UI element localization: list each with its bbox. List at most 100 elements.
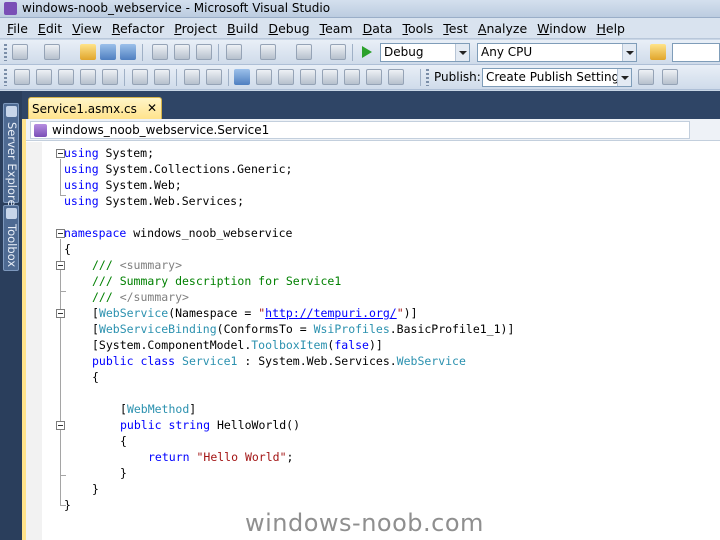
cut-icon[interactable] xyxy=(152,44,168,60)
collapse-icon[interactable] xyxy=(56,309,65,318)
menu-help[interactable]: Help xyxy=(591,21,630,36)
toolbar-grip[interactable] xyxy=(426,69,429,86)
next-bookmark-folder-icon[interactable] xyxy=(322,69,338,85)
code-keyword: using xyxy=(64,194,99,208)
window-title: windows-noob_webservice - Microsoft Visu… xyxy=(22,1,331,15)
previous-bookmark-folder-icon[interactable] xyxy=(300,69,316,85)
code-line: /// <summary> xyxy=(92,257,182,273)
comment-out-icon[interactable] xyxy=(184,69,200,85)
code-type: ToolboxItem xyxy=(251,338,328,352)
outline-end xyxy=(60,475,66,476)
code-text-span: [ xyxy=(120,402,127,416)
menu-test[interactable]: Test xyxy=(438,21,473,36)
watermark: windows-noob.com xyxy=(245,509,484,537)
save-icon[interactable] xyxy=(100,44,116,60)
display-object-member-list-icon[interactable] xyxy=(14,69,30,85)
menu-team[interactable]: Team xyxy=(315,21,358,36)
add-item-icon[interactable] xyxy=(44,44,60,60)
publish-options-icon[interactable] xyxy=(662,69,678,85)
code-text-span: [ xyxy=(92,306,99,320)
indicator-margin[interactable] xyxy=(26,142,42,540)
uncomment-icon[interactable] xyxy=(206,69,222,85)
toolbar-grip[interactable] xyxy=(4,69,7,86)
save-all-icon[interactable] xyxy=(120,44,136,60)
increase-indent-icon[interactable] xyxy=(154,69,170,85)
server-explorer-tab[interactable]: Server Explorer xyxy=(3,103,19,211)
code-line: [WebServiceBinding(ConformsTo = WsiProfi… xyxy=(92,321,514,337)
solution-platform-select[interactable]: Any CPU xyxy=(477,43,637,62)
code-line: namespace windows_noob_webservice xyxy=(64,225,292,241)
types-dropdown[interactable]: windows_noob_webservice.Service1 xyxy=(30,121,690,139)
code-keyword: using xyxy=(64,178,99,192)
toolbar-separator xyxy=(176,69,177,86)
toggle-bookmark-icon[interactable] xyxy=(234,69,250,85)
toolbar-grip[interactable] xyxy=(4,44,7,61)
toolbox-tab[interactable]: Toolbox xyxy=(3,205,19,271)
next-bookmark-document-icon[interactable] xyxy=(366,69,382,85)
solution-configuration-select[interactable]: Debug xyxy=(380,43,470,62)
chevron-down-icon[interactable] xyxy=(617,69,631,86)
new-project-icon[interactable] xyxy=(12,44,28,60)
menu-analyze[interactable]: Analyze xyxy=(473,21,532,36)
find-in-files-icon[interactable] xyxy=(650,44,666,60)
code-line: } xyxy=(120,465,127,481)
close-icon[interactable]: ✕ xyxy=(147,101,157,115)
publish-settings-value: Create Publish Settings xyxy=(486,70,626,84)
code-string: "Hello World" xyxy=(196,450,287,464)
code-text-span: System; xyxy=(98,146,155,160)
copy-icon[interactable] xyxy=(174,44,190,60)
code-xml-doc-tag: </summary> xyxy=(119,290,189,304)
decrease-indent-icon[interactable] xyxy=(132,69,148,85)
collapse-icon[interactable] xyxy=(56,421,65,430)
menu-debug[interactable]: Debug xyxy=(263,21,314,36)
next-bookmark-icon[interactable] xyxy=(278,69,294,85)
find-input[interactable] xyxy=(672,43,720,62)
quick-info-icon[interactable] xyxy=(58,69,74,85)
clear-bookmarks-icon[interactable] xyxy=(388,69,404,85)
previous-bookmark-icon[interactable] xyxy=(256,69,272,85)
collapse-icon[interactable] xyxy=(56,261,65,270)
redo-icon[interactable] xyxy=(260,44,276,60)
complete-word-icon[interactable] xyxy=(80,69,96,85)
menu-build[interactable]: Build xyxy=(222,21,263,36)
menu-project[interactable]: Project xyxy=(169,21,222,36)
publish-label: Publish: xyxy=(434,70,481,84)
code-keyword: return xyxy=(148,450,190,464)
publish-web-icon[interactable] xyxy=(638,69,654,85)
code-keyword: namespace xyxy=(64,226,127,240)
code-text-span: (ConformsTo = xyxy=(216,322,314,336)
code-comment: /// xyxy=(92,258,120,272)
start-debugging-icon[interactable] xyxy=(358,44,374,60)
code-line: } xyxy=(92,481,99,497)
undo-icon[interactable] xyxy=(226,44,242,60)
menu-file[interactable]: File xyxy=(2,21,33,36)
code-url-link[interactable]: http://tempuri.org/ xyxy=(265,306,397,320)
server-explorer-icon xyxy=(6,106,17,117)
menu-tools[interactable]: Tools xyxy=(397,21,438,36)
menu-view[interactable]: View xyxy=(67,21,107,36)
chevron-down-icon[interactable] xyxy=(455,44,469,61)
previous-bookmark-document-icon[interactable] xyxy=(344,69,360,85)
code-line: { xyxy=(120,433,127,449)
chevron-down-icon[interactable] xyxy=(622,44,636,61)
toolbar-separator xyxy=(420,69,421,86)
open-file-icon[interactable] xyxy=(80,44,96,60)
code-line: using System.Web.Services; xyxy=(64,193,244,209)
navigate-forward-icon[interactable] xyxy=(330,44,346,60)
code-text-span: { xyxy=(120,434,127,448)
navigate-backward-icon[interactable] xyxy=(296,44,312,60)
code-line: [WebMethod] xyxy=(120,401,196,417)
parameter-info-icon[interactable] xyxy=(36,69,52,85)
menu-window[interactable]: Window xyxy=(532,21,591,36)
menu-refactor[interactable]: Refactor xyxy=(107,21,169,36)
menu-data[interactable]: Data xyxy=(358,21,398,36)
code-text-span: .BasicProfile1_1)] xyxy=(389,322,515,336)
code-text-span: { xyxy=(92,370,99,384)
tab-service1-asmx-cs[interactable]: Service1.asmx.cs ✕ xyxy=(28,97,162,119)
paste-icon[interactable] xyxy=(196,44,212,60)
menu-edit[interactable]: Edit xyxy=(33,21,67,36)
line-number-icon[interactable] xyxy=(102,69,118,85)
code-text-span: } xyxy=(120,466,127,480)
publish-settings-select[interactable]: Create Publish Settings xyxy=(482,68,632,87)
code-editor[interactable]: windows_noob_webservice.Service1 using S… xyxy=(22,119,720,540)
